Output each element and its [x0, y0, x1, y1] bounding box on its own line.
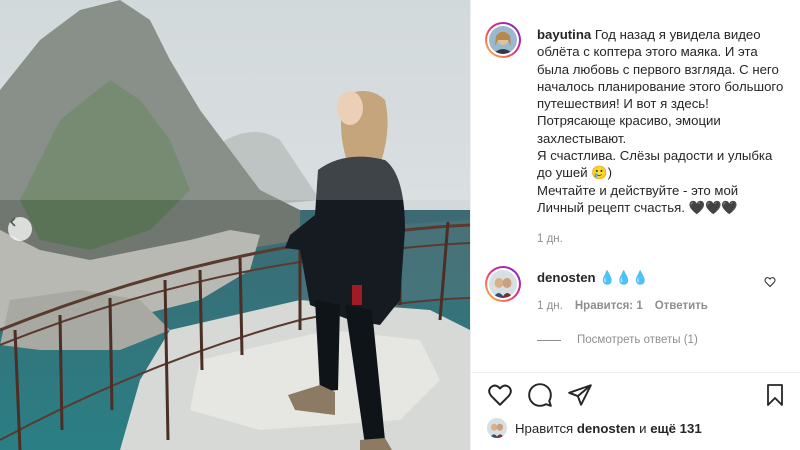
comment: denosten 💧💧💧	[537, 270, 649, 286]
post-side-panel: bayutina Год назад я увидела видео облёт…	[470, 0, 800, 450]
heart-icon[interactable]	[487, 382, 513, 408]
likes-others-link[interactable]: ещё 131	[650, 421, 701, 436]
post-caption: bayutina Год назад я увидела видео облёт…	[537, 26, 785, 216]
post-action-bar	[487, 382, 787, 410]
instagram-post-view: bayutina Год назад я увидела видео облёт…	[0, 0, 800, 450]
actions-divider	[471, 372, 800, 373]
caption-text: Год назад я увидела видео облёта с копте…	[537, 27, 784, 215]
commenter-avatar[interactable]	[485, 266, 521, 302]
author-avatar[interactable]	[485, 22, 521, 58]
likes-prefix: Нравится	[515, 420, 574, 436]
liker-username-link[interactable]: denosten	[577, 421, 636, 436]
caption-author-link[interactable]: bayutina	[537, 27, 591, 42]
comment-time[interactable]: 1 дн.	[537, 300, 563, 312]
reply-button[interactable]: Ответить	[655, 300, 708, 312]
post-time[interactable]: 1 дн.	[537, 233, 563, 245]
post-photo[interactable]	[0, 0, 470, 450]
likes-summary: Нравится denosten и ещё 131	[487, 418, 702, 438]
comment-like-heart-icon[interactable]	[764, 276, 776, 288]
view-replies-label: Посмотреть ответы (1)	[577, 334, 698, 346]
comment-text: 💧💧💧	[599, 270, 649, 285]
speech-bubble-icon[interactable]	[527, 382, 553, 408]
photo-illustration	[0, 0, 470, 450]
author-avatar-image	[489, 26, 517, 54]
liker-avatar[interactable]	[487, 418, 507, 438]
bookmark-icon[interactable]	[763, 382, 787, 408]
previous-photo-button[interactable]	[8, 217, 32, 241]
liker-avatar-image	[487, 418, 507, 438]
comment-likes-count[interactable]: Нравится: 1	[575, 300, 643, 312]
likes-and: и	[639, 420, 647, 436]
view-replies-button[interactable]: Посмотреть ответы (1)	[537, 334, 698, 346]
chevron-left-icon	[9, 217, 16, 227]
paper-plane-icon[interactable]	[567, 382, 593, 408]
replies-divider-line	[537, 339, 561, 341]
commenter-avatar-image	[489, 270, 517, 298]
comment-author-link[interactable]: denosten	[537, 270, 596, 285]
comment-actions: 1 дн. Нравится: 1 Ответить	[537, 300, 708, 312]
